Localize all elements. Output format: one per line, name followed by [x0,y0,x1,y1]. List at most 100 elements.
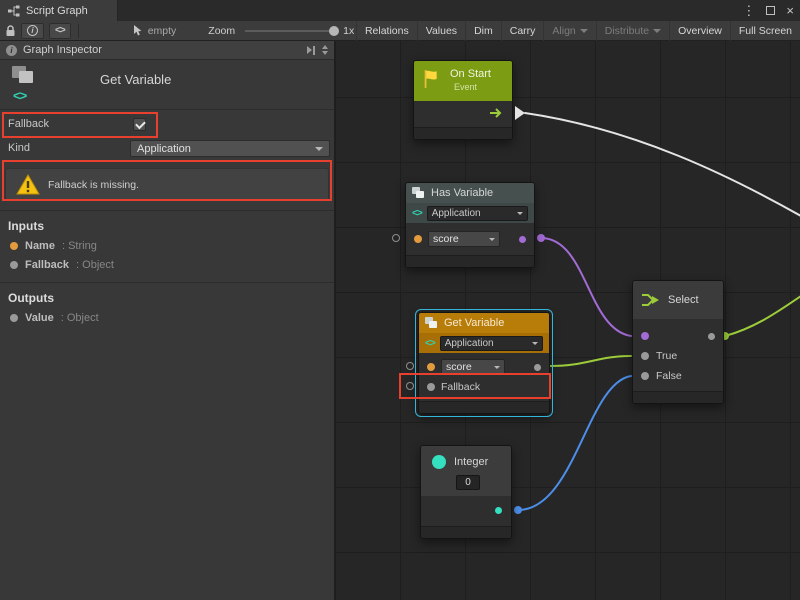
variable-name-dropdown[interactable]: score [441,359,505,375]
warning-icon [16,174,40,195]
true-input-port[interactable] [641,352,649,360]
integer-icon [432,455,446,469]
has-variable-header: Has Variable [406,183,534,203]
chevron-down-icon [315,147,323,151]
zoom-slider-thumb[interactable] [329,26,339,36]
warning-box: Fallback is missing. [5,168,329,201]
false-input-port[interactable] [641,372,649,380]
code-icon: <> [412,208,422,219]
kind-dropdown[interactable]: Application [440,336,543,351]
selection-status: empty [148,25,177,37]
get-variable-body: score Fallback [419,353,549,401]
has-variable-kind-row: <> Application [406,203,534,223]
inspected-node-header: <> Get Variable [0,60,334,110]
node-footer [414,127,512,139]
info-toggle-button[interactable]: i [21,23,44,39]
name-row: score [419,357,549,377]
window-menu-icon[interactable]: ⋮ [742,4,755,17]
code-icon: <> [425,338,435,349]
maximize-icon[interactable] [766,6,775,15]
fullscreen-button[interactable]: Full Screen [730,21,800,41]
kind-dropdown[interactable]: Application [130,140,330,157]
kind-dropdown[interactable]: Application [427,206,528,221]
port-dot-gray [10,314,18,322]
wire-hasvariable-condition [541,238,631,336]
close-icon[interactable]: × [786,3,794,18]
port-dot-purple[interactable] [537,234,545,242]
lock-icon[interactable] [5,25,16,37]
inspected-node-title: Get Variable [100,72,171,87]
tab-script-graph[interactable]: Script Graph [0,0,118,21]
node-on-start[interactable]: On Start Event [413,60,513,140]
node-title: Integer [454,456,488,468]
scroll-arrows-icon[interactable] [322,45,328,55]
code-icon: <> [55,25,65,36]
code-preview-button[interactable]: <> [49,23,71,39]
false-row: False [633,366,723,386]
result-output-port[interactable] [708,333,715,340]
unconnected-port[interactable] [406,362,414,370]
zoom-slider[interactable] [245,26,337,36]
node-has-variable[interactable]: Has Variable <> Application score [405,182,535,268]
node-integer[interactable]: Integer 0 [420,445,512,539]
kind-field-row: Kind Application [0,140,334,158]
has-variable-body: score [406,223,534,255]
condition-input-port[interactable] [641,332,649,340]
script-graph-icon [8,5,20,17]
dim-button[interactable]: Dim [465,21,501,41]
node-footer [419,401,549,413]
select-icon [641,291,661,309]
inspector-title: Graph Inspector [23,44,102,56]
dock-icon[interactable] [307,46,315,55]
unconnected-port[interactable] [406,382,414,390]
fallback-checkbox[interactable] [133,118,146,131]
cursor-icon [132,24,144,37]
unconnected-port[interactable] [392,234,400,242]
select-body: True False [633,319,723,391]
values-button[interactable]: Values [417,21,465,41]
outputs-header: Outputs [0,283,334,307]
node-get-variable[interactable]: Get Variable <> Application score Fallba… [418,312,550,414]
inputs-header: Inputs [0,211,334,235]
relations-button[interactable]: Relations [356,21,417,41]
wire-onstart [525,113,800,216]
align-button: Align [543,21,595,41]
zoom-value: 1x [343,25,354,37]
info-icon: i [6,45,17,56]
variables-icon [412,187,426,200]
value-output-port[interactable] [534,364,541,371]
true-label: True [656,350,677,362]
false-label: False [656,370,682,382]
graph-canvas[interactable]: On Start Event Has Variable <> Applicati… [335,41,800,600]
toolbar-separator [78,24,79,38]
toolbar-buttons: Relations Values Dim Carry Align Distrib… [356,21,800,41]
node-title: Select [668,294,699,306]
flow-arrow-icon [488,107,504,119]
variable-name-dropdown[interactable]: score [428,231,500,247]
port-dot-blue[interactable] [514,506,522,514]
variables-icon [12,66,36,84]
flag-icon [422,69,438,89]
bool-output-port[interactable] [519,236,526,243]
value-output-port[interactable] [495,507,502,514]
integer-value-field[interactable]: 0 [456,475,480,490]
chevron-down-icon [489,238,495,241]
wire-select-output [725,296,800,336]
overview-button[interactable]: Overview [669,21,730,41]
wires-layer [335,41,800,600]
on-start-body [414,101,512,127]
fallback-label: Fallback [8,118,49,130]
carry-button[interactable]: Carry [501,21,544,41]
variables-icon [425,317,439,330]
flow-output-port[interactable] [515,106,525,120]
get-variable-header: Get Variable [419,313,549,333]
chevron-down-icon [580,29,588,33]
zoom-slider-track[interactable] [245,30,337,32]
node-subtitle: Event [454,82,477,92]
fallback-input-port[interactable] [427,383,435,391]
node-footer [633,391,723,403]
integer-body [421,496,511,526]
name-input-port[interactable] [414,235,422,243]
name-input-port[interactable] [427,363,435,371]
node-select[interactable]: Select True False [632,280,724,404]
